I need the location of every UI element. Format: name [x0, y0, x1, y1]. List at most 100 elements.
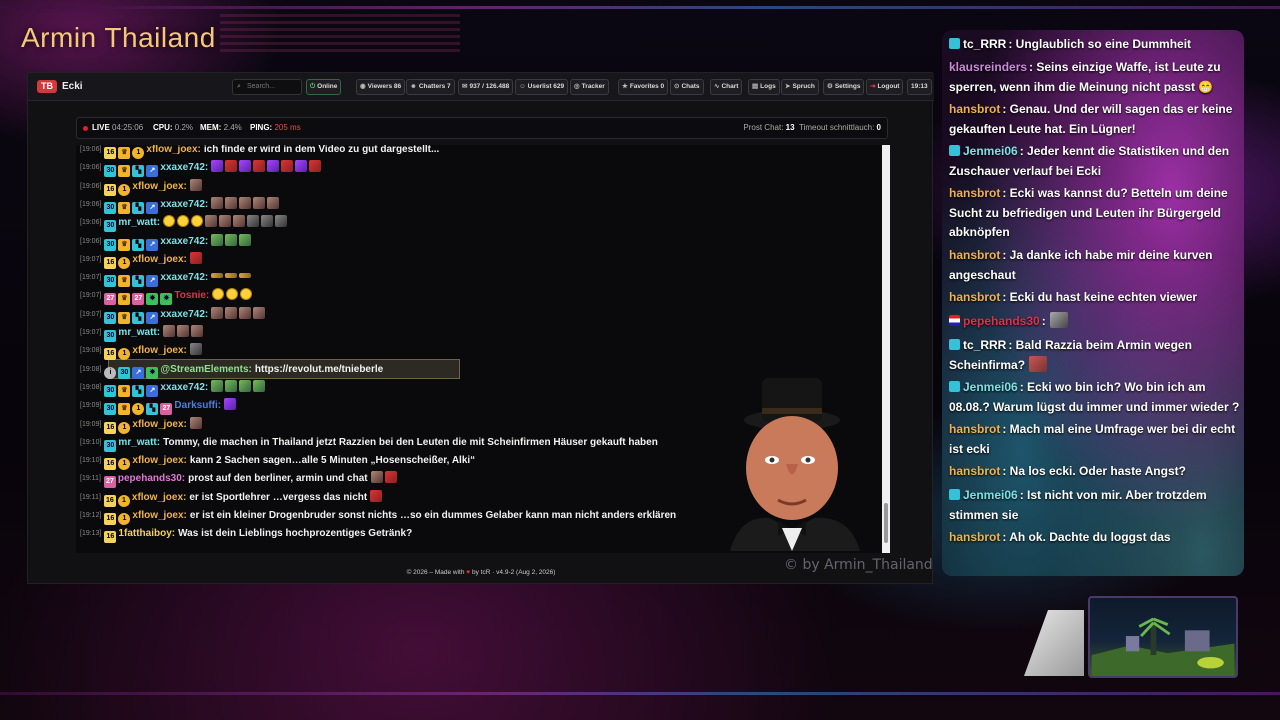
user-badge-icon[interactable]: 1: [118, 183, 131, 196]
message-username[interactable]: mr_watt:: [118, 437, 160, 448]
user-badge-icon[interactable]: ✸: [146, 366, 159, 379]
user-badge-icon[interactable]: 16: [103, 494, 116, 507]
user-badge-icon[interactable]: 30: [104, 238, 117, 251]
user-badge-icon[interactable]: 27: [104, 293, 117, 306]
user-badge-icon[interactable]: 30: [104, 384, 117, 397]
user-badge-icon[interactable]: 30: [104, 330, 117, 342]
toolbar-button-tracker[interactable]: ◎ Tracker: [570, 79, 609, 95]
message-username[interactable]: mr_watt:: [118, 217, 160, 228]
user-badge-icon[interactable]: ♛: [118, 311, 131, 324]
toolbar-button-chats[interactable]: ⊙ Chats: [670, 79, 704, 95]
user-badge-icon[interactable]: 1: [132, 147, 145, 159]
user-badge-icon[interactable]: 16: [104, 458, 117, 471]
message-username[interactable]: xflow_joex:: [132, 345, 186, 356]
toolbar-button-userlist[interactable]: ☺ Userlist 629: [515, 79, 569, 95]
user-badge-icon[interactable]: ▚: [132, 201, 145, 214]
message-username[interactable]: xflow_joex:: [132, 254, 186, 265]
user-badge-icon[interactable]: ♛: [118, 147, 131, 159]
user-badge-icon[interactable]: ↗: [146, 201, 159, 214]
user-badge-icon[interactable]: 27: [103, 476, 116, 489]
user-badge-icon[interactable]: 1: [118, 256, 131, 269]
user-badge-icon[interactable]: 30: [104, 439, 117, 452]
toolbar-button-settings[interactable]: ⚙ Settings: [823, 79, 865, 95]
user-badge-icon[interactable]: 1: [117, 494, 130, 507]
user-badge-icon[interactable]: ▚: [132, 165, 145, 178]
user-badge-icon[interactable]: ♛: [118, 403, 131, 416]
message-username[interactable]: xflow_joex:: [132, 492, 186, 503]
message-username[interactable]: xflow_joex:: [146, 145, 200, 155]
user-badge-icon[interactable]: 16: [104, 531, 117, 544]
user-badge-icon[interactable]: ↗: [146, 275, 159, 288]
message-username[interactable]: Darksuffi:: [174, 400, 221, 411]
user-badge-icon[interactable]: ✸: [160, 293, 173, 306]
message-username[interactable]: mr_watt:: [118, 327, 160, 338]
message-username[interactable]: xflow_joex:: [132, 419, 186, 430]
user-badge-icon[interactable]: 16: [104, 513, 117, 525]
message-username[interactable]: Tosnie:: [174, 290, 209, 301]
message-username[interactable]: xxaxe742:: [160, 309, 208, 320]
user-badge-icon[interactable]: 27: [160, 403, 173, 416]
user-badge-icon[interactable]: ↗: [132, 366, 145, 379]
toolbar-button-937[interactable]: ✉ 937 / 126.488: [458, 79, 514, 95]
user-badge-icon[interactable]: 1: [118, 513, 131, 525]
message-username[interactable]: xxaxe742:: [160, 272, 208, 283]
toolbar-button-online[interactable]: ⏻ Online: [306, 79, 342, 95]
message-username[interactable]: xxaxe742:: [160, 236, 208, 247]
user-badge-icon[interactable]: 1: [118, 348, 131, 361]
toolbar-button-spruch[interactable]: ➤ Spruch: [781, 79, 819, 95]
user-badge-icon[interactable]: ▚: [132, 275, 145, 288]
user-badge-icon[interactable]: ♛: [118, 201, 131, 214]
user-badge-icon[interactable]: 30: [104, 220, 117, 233]
message-username[interactable]: @StreamElements:: [160, 364, 251, 375]
toolbar-button-logout[interactable]: ⇥ Logout: [866, 79, 904, 95]
user-badge-icon[interactable]: ♛: [118, 384, 131, 397]
user-badge-icon[interactable]: ✸: [146, 293, 159, 306]
user-badge-icon[interactable]: 30: [104, 201, 117, 214]
user-badge-icon[interactable]: 1: [118, 421, 131, 434]
user-badge-icon[interactable]: ♛: [118, 238, 131, 251]
message-username[interactable]: pepehands30:: [118, 473, 185, 484]
app-logo[interactable]: TB: [37, 80, 57, 93]
message-username[interactable]: xflow_joex:: [132, 510, 186, 521]
user-badge-icon[interactable]: ▚: [132, 238, 145, 251]
user-badge-icon[interactable]: ♛: [118, 165, 131, 178]
user-badge-icon[interactable]: 30: [104, 275, 117, 288]
message-username[interactable]: xflow_joex:: [132, 455, 186, 466]
user-badge-icon[interactable]: 30: [104, 403, 117, 416]
user-badge-icon[interactable]: ▚: [132, 384, 145, 397]
user-badge-icon[interactable]: ↗: [146, 238, 159, 251]
message-username[interactable]: xxaxe742:: [160, 162, 208, 173]
user-badge-icon[interactable]: 1: [132, 403, 145, 416]
user-badge-icon[interactable]: 30: [104, 165, 117, 178]
message-username[interactable]: xflow_joex:: [132, 181, 186, 192]
message-username[interactable]: xxaxe742:: [160, 382, 208, 393]
chat-scrollbar[interactable]: [882, 145, 890, 553]
user-badge-icon[interactable]: ▚: [146, 403, 159, 416]
user-badge-icon[interactable]: 27: [132, 293, 145, 306]
user-badge-icon[interactable]: 16: [104, 147, 117, 159]
user-badge-icon[interactable]: 16: [104, 421, 117, 434]
user-badge-icon[interactable]: 16: [104, 183, 117, 196]
user-badge-icon[interactable]: ↗: [146, 311, 159, 324]
search-input[interactable]: ⌕ Search...: [232, 79, 302, 95]
user-badge-icon[interactable]: 30: [104, 311, 117, 324]
user-badge-icon[interactable]: 16: [104, 348, 117, 361]
user-badge-icon[interactable]: i: [104, 366, 117, 379]
user-badge-icon[interactable]: ↗: [146, 165, 159, 178]
scrollbar-thumb[interactable]: [884, 503, 888, 543]
toolbar-button-logs[interactable]: ▤ Logs: [748, 79, 780, 95]
user-badge-icon[interactable]: ▚: [132, 311, 145, 324]
user-badge-icon[interactable]: 1: [118, 458, 131, 471]
user-badge-icon[interactable]: 30: [118, 366, 131, 379]
user-badge-icon[interactable]: ♛: [118, 275, 131, 288]
toolbar-button-viewers[interactable]: ◉ Viewers 86: [356, 79, 406, 95]
user-badge-icon[interactable]: ↗: [146, 384, 159, 397]
toolbar-button-chatters[interactable]: ☻ Chatters 7: [406, 79, 455, 95]
message-text: ich finde er wird in dem Video zu gut da…: [203, 145, 440, 155]
toolbar-button-chart[interactable]: ∿ Chart: [710, 79, 743, 95]
message-username[interactable]: xxaxe742:: [160, 199, 208, 210]
message-username[interactable]: 1fatthaiboy:: [118, 528, 175, 539]
toolbar-button-favorites[interactable]: ★ Favorites 0: [618, 79, 669, 95]
user-badge-icon[interactable]: 16: [104, 256, 117, 269]
user-badge-icon[interactable]: ♛: [118, 293, 131, 306]
